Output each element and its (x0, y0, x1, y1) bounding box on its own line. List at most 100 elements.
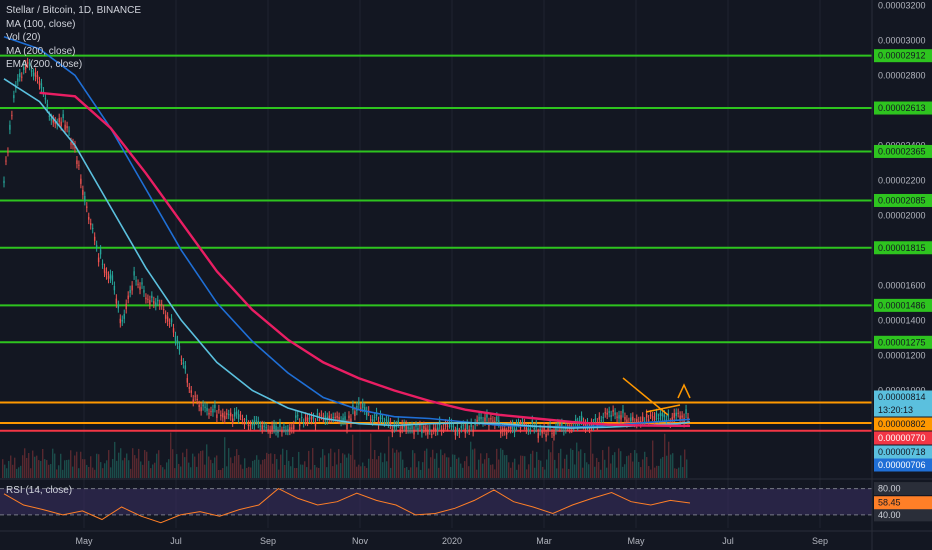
candle-body (277, 431, 279, 434)
volume-bar (426, 448, 428, 478)
candle-body (310, 416, 313, 420)
candle-body (143, 290, 145, 293)
candle-body (121, 319, 123, 322)
candle-body (32, 72, 35, 77)
volume-bar (208, 456, 210, 478)
volume-bar (510, 467, 512, 478)
volume-bar (434, 458, 436, 478)
volume-bar (204, 464, 206, 478)
volume-bar (88, 466, 90, 478)
rsi-pane (0, 478, 932, 524)
volume-bar (530, 453, 532, 478)
value-tag: 0.00000802 (878, 419, 926, 429)
volume-bar (432, 449, 434, 478)
volume-bar (318, 467, 320, 478)
volume-bar (672, 453, 674, 478)
candle-body (578, 420, 581, 422)
candle-body (427, 429, 429, 435)
volume-bar (364, 466, 366, 478)
candle-body (620, 415, 622, 420)
candle-body (649, 414, 652, 416)
volume-bar (210, 459, 212, 478)
candle-body (320, 414, 323, 416)
ema200-line (3, 78, 691, 429)
volume-bar (466, 456, 468, 478)
candle-body (614, 412, 616, 415)
volume-bar (670, 454, 672, 478)
candle-body (93, 236, 96, 241)
candle-body (436, 427, 439, 431)
candle-body (176, 340, 179, 345)
candle-body (389, 422, 392, 425)
volume-bar (338, 449, 340, 478)
candle-body (224, 415, 226, 420)
volume-bar (544, 469, 546, 478)
volume-bar (478, 459, 480, 478)
candle-body (285, 429, 287, 431)
time-tick-label: 2020 (442, 536, 462, 546)
price-tick-label: 0.00003000 (878, 35, 926, 45)
candle-body (70, 142, 72, 145)
candle-body (265, 427, 267, 429)
price-tick-label: 0.00001400 (878, 315, 926, 325)
candle-body (231, 418, 234, 423)
triangle-drawing[interactable] (622, 377, 691, 416)
time-tick-label: Jul (722, 536, 734, 546)
candle-body (166, 316, 169, 322)
volume-bar (412, 450, 414, 478)
candle-body (172, 328, 175, 333)
volume-bar (300, 464, 302, 478)
candle-body (115, 298, 118, 304)
volume-bar (170, 432, 172, 478)
volume-bar (138, 448, 140, 478)
volume-bar (574, 464, 576, 478)
candle-body (46, 104, 49, 109)
candle-body (101, 263, 104, 265)
volume-bar (652, 440, 654, 478)
volume-bar (410, 467, 412, 478)
candle-body (237, 413, 240, 420)
volume-bar (76, 451, 78, 478)
price-chart[interactable]: 0.000032000.000030000.000028000.00002400… (0, 0, 932, 550)
volume-bar (230, 457, 232, 478)
candle-body (198, 405, 200, 407)
candle-body (194, 395, 196, 397)
volume-bar (8, 460, 10, 478)
volume-bar (44, 459, 46, 478)
volume-bar (482, 463, 484, 478)
volume-bar (660, 458, 662, 478)
volume-bar (64, 460, 66, 478)
volume-bar (378, 455, 380, 478)
candle-body (123, 313, 125, 319)
volume-bar (84, 459, 86, 478)
candle-body (281, 430, 283, 433)
candle-body (537, 432, 539, 439)
candle-body (21, 76, 23, 78)
volume-bar (570, 448, 572, 478)
volume-bar (628, 455, 630, 478)
candle-body (212, 408, 214, 413)
volume-bar (380, 452, 382, 478)
legend-vol: Vol (20) (6, 32, 41, 43)
volume-bar (284, 464, 286, 478)
candle-body (182, 362, 185, 365)
legend-ma200: MA (200, close) (6, 45, 76, 57)
volume-bar (578, 451, 580, 478)
candle-body (186, 378, 189, 383)
volume-bar (26, 457, 28, 478)
candle-body (131, 285, 133, 291)
price-tick-label: 0.00002200 (878, 175, 926, 185)
green-level-tag: 0.00002613 (878, 103, 926, 113)
candle-body (259, 425, 261, 427)
candle-body (153, 301, 155, 304)
volume-bar (212, 463, 214, 478)
volume-bar (274, 454, 276, 478)
volume-bar (430, 457, 432, 478)
volume-bar (528, 464, 530, 478)
value-tag: 0.00000706 (878, 460, 926, 470)
candle-body (314, 422, 317, 427)
candle-body (429, 429, 431, 431)
volume-bar (216, 455, 218, 478)
volume-bar (320, 457, 322, 478)
volume-bar (312, 448, 314, 478)
